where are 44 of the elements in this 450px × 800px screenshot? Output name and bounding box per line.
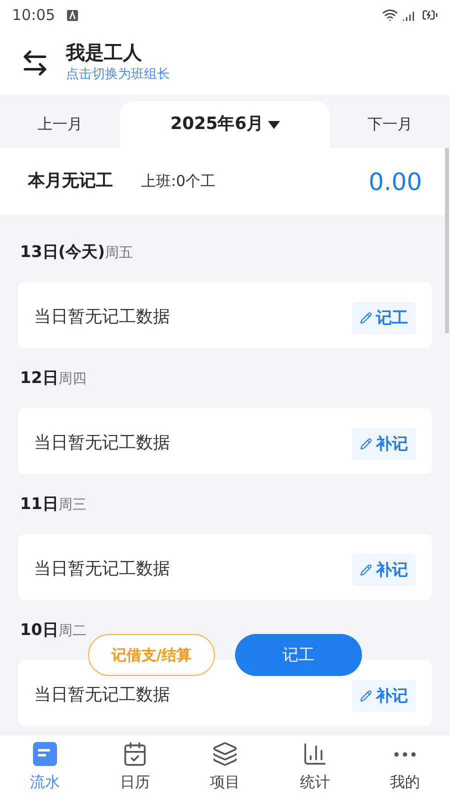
nav-tab[interactable]: 统计: [270, 741, 360, 794]
pencil-icon: [360, 438, 372, 450]
dropdown-caret-icon: [268, 120, 280, 128]
day-weekday: 周二: [58, 622, 86, 641]
day-weekday: 周四: [58, 370, 86, 389]
summary-title: 本月无记工: [28, 170, 113, 193]
day-date: 12日: [20, 367, 58, 389]
month-tab[interactable]: 2025年6月: [120, 101, 330, 148]
empty-message: 当日暂无记工数据: [34, 684, 170, 708]
summary-detail: 上班:0个工: [141, 171, 216, 192]
month-tab[interactable]: 上一月: [0, 101, 120, 148]
more-icon: [394, 752, 416, 757]
action-button[interactable]: 记借支/结算: [88, 634, 215, 676]
action-button[interactable]: 记工: [235, 634, 362, 676]
day-date: 10日: [20, 619, 58, 641]
nav-tab[interactable]: 项目: [180, 741, 270, 794]
calendar-icon: [122, 741, 148, 768]
pencil-icon: [360, 690, 372, 702]
empty-message: 当日暂无记工数据: [34, 558, 170, 582]
role-title: 我是工人: [66, 40, 143, 65]
day-date: 11日: [20, 493, 58, 515]
pencil-icon: [360, 312, 372, 324]
nav-tab[interactable]: 流水: [0, 741, 90, 794]
day-weekday: 周三: [58, 496, 86, 515]
notification-icon: [67, 10, 78, 20]
day-weekday: 周五: [104, 244, 133, 263]
nav-tab[interactable]: 我的: [360, 741, 450, 794]
document-icon: [32, 741, 58, 768]
day-date: 13日(今天): [20, 241, 105, 263]
record-button[interactable]: 补记: [352, 554, 416, 586]
nav-tab[interactable]: 日历: [90, 741, 180, 794]
chart-icon: [302, 741, 328, 768]
record-button[interactable]: 补记: [352, 680, 416, 712]
empty-message: 当日暂无记工数据: [34, 432, 170, 456]
record-button[interactable]: 记工: [352, 302, 416, 334]
pencil-icon: [360, 564, 372, 576]
summary-amount: 0.00: [368, 166, 422, 198]
layers-icon: [212, 741, 238, 768]
empty-message: 当日暂无记工数据: [34, 306, 170, 330]
month-tab[interactable]: 下一月: [330, 101, 450, 148]
wifi-icon: [382, 7, 398, 23]
record-button[interactable]: 补记: [352, 428, 416, 460]
status-time: 10:05: [12, 4, 56, 26]
switch-role-link[interactable]: 点击切换为班组长: [66, 64, 170, 84]
